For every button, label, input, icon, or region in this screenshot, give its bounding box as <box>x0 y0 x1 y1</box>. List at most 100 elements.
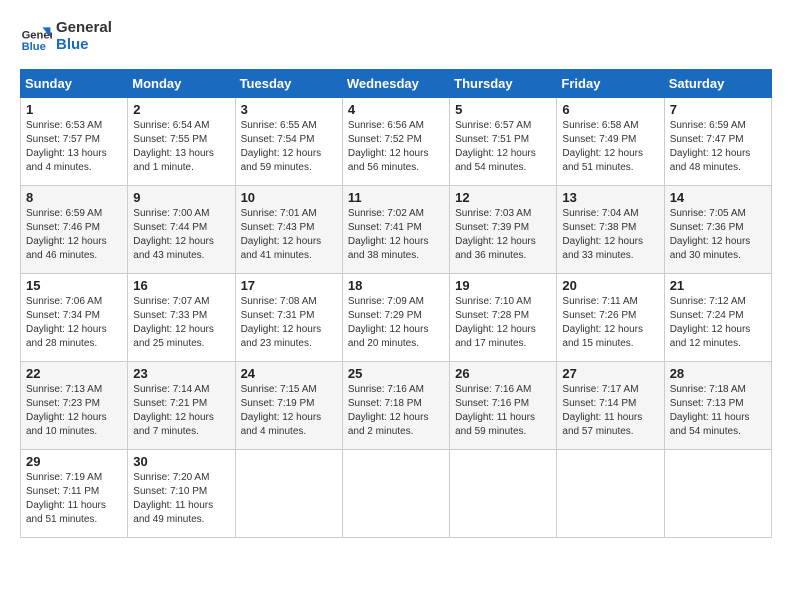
day-number: 21 <box>670 278 766 293</box>
day-number: 13 <box>562 190 658 205</box>
day-info: Sunrise: 7:14 AMSunset: 7:21 PMDaylight:… <box>133 384 214 437</box>
day-number: 29 <box>26 454 122 469</box>
weekday-header-saturday: Saturday <box>664 70 771 98</box>
day-info: Sunrise: 7:02 AMSunset: 7:41 PMDaylight:… <box>348 208 429 261</box>
calendar-cell: 28 Sunrise: 7:18 AMSunset: 7:13 PMDaylig… <box>664 362 771 450</box>
day-info: Sunrise: 7:03 AMSunset: 7:39 PMDaylight:… <box>455 208 536 261</box>
day-info: Sunrise: 6:59 AMSunset: 7:46 PMDaylight:… <box>26 208 107 261</box>
day-info: Sunrise: 7:06 AMSunset: 7:34 PMDaylight:… <box>26 296 107 349</box>
calendar-cell: 9 Sunrise: 7:00 AMSunset: 7:44 PMDayligh… <box>128 186 235 274</box>
day-info: Sunrise: 7:17 AMSunset: 7:14 PMDaylight:… <box>562 384 642 437</box>
day-number: 23 <box>133 366 229 381</box>
day-number: 28 <box>670 366 766 381</box>
calendar-cell: 10 Sunrise: 7:01 AMSunset: 7:43 PMDaylig… <box>235 186 342 274</box>
day-info: Sunrise: 6:55 AMSunset: 7:54 PMDaylight:… <box>241 120 322 173</box>
day-info: Sunrise: 7:20 AMSunset: 7:10 PMDaylight:… <box>133 472 213 525</box>
weekday-header-monday: Monday <box>128 70 235 98</box>
day-info: Sunrise: 7:11 AMSunset: 7:26 PMDaylight:… <box>562 296 643 349</box>
day-number: 22 <box>26 366 122 381</box>
calendar-cell: 5 Sunrise: 6:57 AMSunset: 7:51 PMDayligh… <box>450 98 557 186</box>
calendar-cell: 3 Sunrise: 6:55 AMSunset: 7:54 PMDayligh… <box>235 98 342 186</box>
calendar-cell <box>664 450 771 538</box>
day-info: Sunrise: 7:16 AMSunset: 7:18 PMDaylight:… <box>348 384 429 437</box>
calendar-week-1: 1 Sunrise: 6:53 AMSunset: 7:57 PMDayligh… <box>21 98 772 186</box>
calendar-cell: 12 Sunrise: 7:03 AMSunset: 7:39 PMDaylig… <box>450 186 557 274</box>
day-info: Sunrise: 7:15 AMSunset: 7:19 PMDaylight:… <box>241 384 322 437</box>
day-info: Sunrise: 7:18 AMSunset: 7:13 PMDaylight:… <box>670 384 750 437</box>
day-info: Sunrise: 7:10 AMSunset: 7:28 PMDaylight:… <box>455 296 536 349</box>
calendar-cell: 11 Sunrise: 7:02 AMSunset: 7:41 PMDaylig… <box>342 186 449 274</box>
calendar-cell: 25 Sunrise: 7:16 AMSunset: 7:18 PMDaylig… <box>342 362 449 450</box>
day-info: Sunrise: 7:16 AMSunset: 7:16 PMDaylight:… <box>455 384 535 437</box>
svg-text:Blue: Blue <box>22 40 46 52</box>
day-info: Sunrise: 6:53 AMSunset: 7:57 PMDaylight:… <box>26 120 107 173</box>
day-number: 5 <box>455 102 551 117</box>
day-info: Sunrise: 7:00 AMSunset: 7:44 PMDaylight:… <box>133 208 214 261</box>
calendar-week-3: 15 Sunrise: 7:06 AMSunset: 7:34 PMDaylig… <box>21 274 772 362</box>
day-number: 3 <box>241 102 337 117</box>
calendar-cell: 4 Sunrise: 6:56 AMSunset: 7:52 PMDayligh… <box>342 98 449 186</box>
day-info: Sunrise: 7:09 AMSunset: 7:29 PMDaylight:… <box>348 296 429 349</box>
logo-line1: General <box>56 20 112 37</box>
day-number: 11 <box>348 190 444 205</box>
day-info: Sunrise: 7:13 AMSunset: 7:23 PMDaylight:… <box>26 384 107 437</box>
calendar-cell <box>557 450 664 538</box>
day-number: 6 <box>562 102 658 117</box>
day-number: 25 <box>348 366 444 381</box>
calendar-cell: 27 Sunrise: 7:17 AMSunset: 7:14 PMDaylig… <box>557 362 664 450</box>
calendar-cell <box>342 450 449 538</box>
calendar-cell: 18 Sunrise: 7:09 AMSunset: 7:29 PMDaylig… <box>342 274 449 362</box>
calendar-cell: 6 Sunrise: 6:58 AMSunset: 7:49 PMDayligh… <box>557 98 664 186</box>
calendar-cell: 8 Sunrise: 6:59 AMSunset: 7:46 PMDayligh… <box>21 186 128 274</box>
day-number: 24 <box>241 366 337 381</box>
logo-icon: General Blue <box>20 21 52 53</box>
calendar-cell: 23 Sunrise: 7:14 AMSunset: 7:21 PMDaylig… <box>128 362 235 450</box>
calendar-cell: 2 Sunrise: 6:54 AMSunset: 7:55 PMDayligh… <box>128 98 235 186</box>
page-header: General Blue General Blue <box>20 20 772 53</box>
logo: General Blue General Blue <box>20 20 112 53</box>
calendar-week-5: 29 Sunrise: 7:19 AMSunset: 7:11 PMDaylig… <box>21 450 772 538</box>
calendar-cell: 26 Sunrise: 7:16 AMSunset: 7:16 PMDaylig… <box>450 362 557 450</box>
day-info: Sunrise: 7:01 AMSunset: 7:43 PMDaylight:… <box>241 208 322 261</box>
day-info: Sunrise: 6:58 AMSunset: 7:49 PMDaylight:… <box>562 120 643 173</box>
calendar-cell: 22 Sunrise: 7:13 AMSunset: 7:23 PMDaylig… <box>21 362 128 450</box>
calendar-cell: 16 Sunrise: 7:07 AMSunset: 7:33 PMDaylig… <box>128 274 235 362</box>
day-number: 1 <box>26 102 122 117</box>
day-info: Sunrise: 7:08 AMSunset: 7:31 PMDaylight:… <box>241 296 322 349</box>
calendar-cell: 17 Sunrise: 7:08 AMSunset: 7:31 PMDaylig… <box>235 274 342 362</box>
day-info: Sunrise: 6:59 AMSunset: 7:47 PMDaylight:… <box>670 120 751 173</box>
calendar-cell: 13 Sunrise: 7:04 AMSunset: 7:38 PMDaylig… <box>557 186 664 274</box>
calendar-cell: 20 Sunrise: 7:11 AMSunset: 7:26 PMDaylig… <box>557 274 664 362</box>
day-number: 8 <box>26 190 122 205</box>
day-number: 20 <box>562 278 658 293</box>
day-info: Sunrise: 7:07 AMSunset: 7:33 PMDaylight:… <box>133 296 214 349</box>
calendar-cell <box>450 450 557 538</box>
day-number: 15 <box>26 278 122 293</box>
day-info: Sunrise: 7:04 AMSunset: 7:38 PMDaylight:… <box>562 208 643 261</box>
weekday-header-thursday: Thursday <box>450 70 557 98</box>
day-number: 30 <box>133 454 229 469</box>
day-number: 10 <box>241 190 337 205</box>
calendar-week-2: 8 Sunrise: 6:59 AMSunset: 7:46 PMDayligh… <box>21 186 772 274</box>
logo-line2: Blue <box>56 37 112 54</box>
calendar-week-4: 22 Sunrise: 7:13 AMSunset: 7:23 PMDaylig… <box>21 362 772 450</box>
day-number: 16 <box>133 278 229 293</box>
weekday-header-friday: Friday <box>557 70 664 98</box>
day-info: Sunrise: 6:56 AMSunset: 7:52 PMDaylight:… <box>348 120 429 173</box>
calendar-table: SundayMondayTuesdayWednesdayThursdayFrid… <box>20 69 772 538</box>
calendar-cell: 30 Sunrise: 7:20 AMSunset: 7:10 PMDaylig… <box>128 450 235 538</box>
day-info: Sunrise: 7:12 AMSunset: 7:24 PMDaylight:… <box>670 296 751 349</box>
day-number: 27 <box>562 366 658 381</box>
calendar-cell: 15 Sunrise: 7:06 AMSunset: 7:34 PMDaylig… <box>21 274 128 362</box>
day-info: Sunrise: 7:19 AMSunset: 7:11 PMDaylight:… <box>26 472 106 525</box>
day-info: Sunrise: 6:54 AMSunset: 7:55 PMDaylight:… <box>133 120 214 173</box>
day-number: 7 <box>670 102 766 117</box>
day-number: 9 <box>133 190 229 205</box>
calendar-cell: 1 Sunrise: 6:53 AMSunset: 7:57 PMDayligh… <box>21 98 128 186</box>
calendar-cell: 21 Sunrise: 7:12 AMSunset: 7:24 PMDaylig… <box>664 274 771 362</box>
calendar-cell: 19 Sunrise: 7:10 AMSunset: 7:28 PMDaylig… <box>450 274 557 362</box>
day-number: 18 <box>348 278 444 293</box>
day-number: 14 <box>670 190 766 205</box>
calendar-cell: 7 Sunrise: 6:59 AMSunset: 7:47 PMDayligh… <box>664 98 771 186</box>
calendar-cell <box>235 450 342 538</box>
